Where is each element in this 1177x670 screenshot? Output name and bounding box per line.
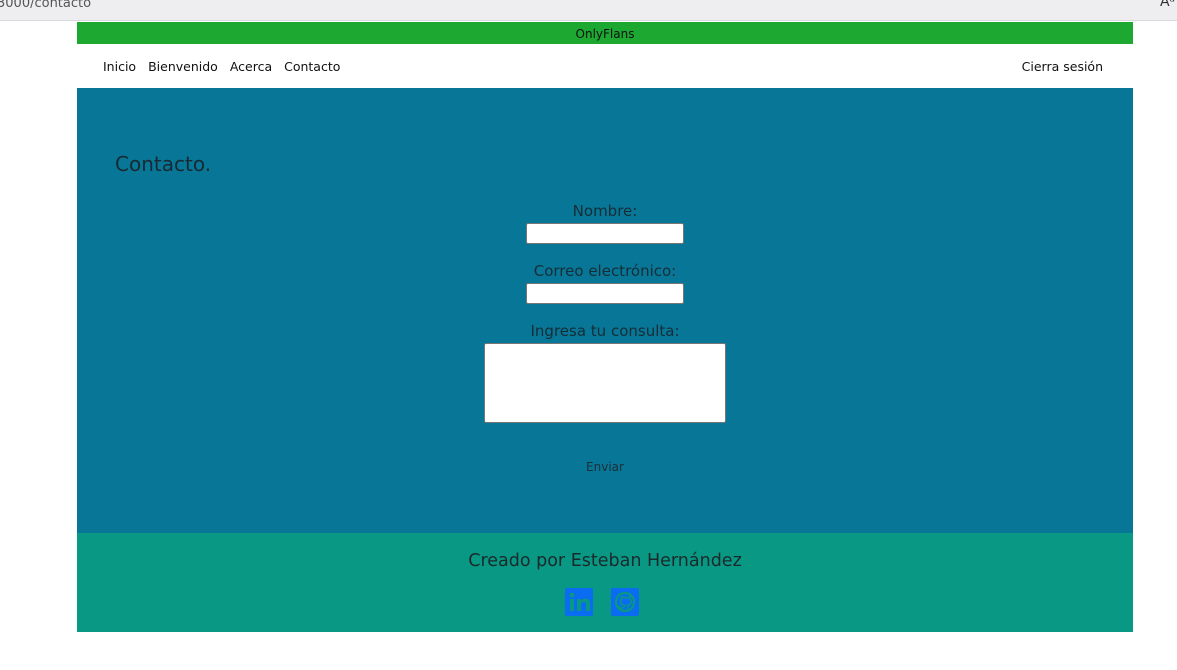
name-group: Nombre: — [77, 202, 1133, 244]
contact-form: Nombre: Correo electrónico: Ingresa tu c… — [77, 202, 1133, 475]
nav-link-inicio[interactable]: Inicio — [103, 59, 136, 74]
email-group: Correo electrónico: — [77, 262, 1133, 304]
page: OnlyFlans Inicio Bienvenido Acerca Conta… — [77, 22, 1133, 632]
query-label: Ingresa tu consulta: — [530, 322, 680, 340]
github-icon[interactable] — [610, 587, 640, 617]
nav-link-contacto[interactable]: Contacto — [284, 59, 340, 74]
nav-links: Inicio Bienvenido Acerca Contacto — [103, 59, 340, 74]
name-label: Nombre: — [572, 202, 638, 220]
brand-title: OnlyFlans — [575, 27, 635, 41]
logout-link[interactable]: Cierra sesión — [1022, 59, 1103, 74]
linkedin-icon[interactable] — [564, 587, 594, 617]
query-textarea[interactable] — [484, 343, 726, 423]
submit-button[interactable]: Enviar — [580, 459, 630, 475]
address-bar-url[interactable]: 3000/contacto — [0, 0, 91, 11]
navbar: Inicio Bienvenido Acerca Contacto Cierra… — [77, 44, 1133, 88]
brand-bar: OnlyFlans — [77, 22, 1133, 44]
translate-icon[interactable]: Aᵃ — [1160, 0, 1175, 10]
social-links — [564, 587, 640, 617]
nav-link-bienvenido[interactable]: Bienvenido — [148, 59, 218, 74]
footer-credit: Creado por Esteban Hernández — [468, 551, 742, 571]
footer: Creado por Esteban Hernández — [77, 533, 1133, 632]
email-label: Correo electrónico: — [533, 262, 677, 280]
email-input[interactable] — [526, 283, 684, 304]
browser-bar: 3000/contacto Aᵃ — [0, 0, 1177, 21]
page-title: Contacto. — [115, 152, 212, 176]
contact-section: Contacto. Nombre: Correo electrónico: In… — [77, 88, 1133, 533]
nav-link-acerca[interactable]: Acerca — [230, 59, 272, 74]
name-input[interactable] — [526, 223, 684, 244]
query-group: Ingresa tu consulta: — [77, 322, 1133, 423]
